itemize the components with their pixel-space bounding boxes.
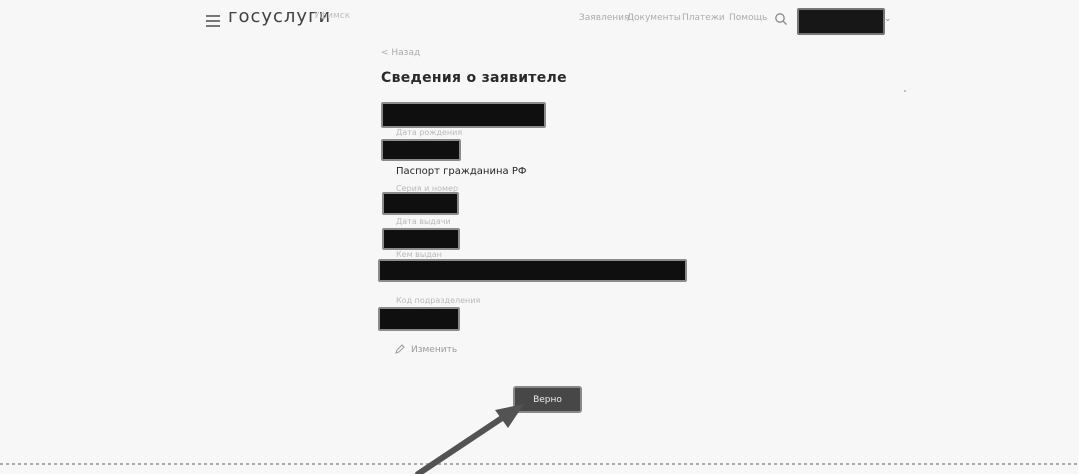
- search-icon[interactable]: [774, 12, 788, 26]
- confirm-button[interactable]: Верно: [513, 386, 582, 413]
- issue-date-redacted: [382, 228, 460, 250]
- chevron-down-icon[interactable]: ⌄: [884, 14, 892, 24]
- hamburger-menu-icon[interactable]: [206, 15, 220, 30]
- birth-date-redacted: [381, 139, 461, 161]
- edit-label: Изменить: [411, 345, 458, 355]
- page-bottom-edge: [0, 463, 1079, 465]
- issued-by-label: Кем выдан: [396, 250, 442, 259]
- birth-date-label: Дата рождения: [396, 128, 463, 137]
- edit-link[interactable]: Изменить: [395, 344, 457, 355]
- pencil-icon: [395, 344, 405, 354]
- stray-dot: [904, 90, 906, 92]
- series-number-redacted: [382, 192, 459, 215]
- division-code-label: Код подразделения: [396, 296, 481, 305]
- nav-applications[interactable]: Заявления: [579, 13, 629, 23]
- region-selector[interactable]: Уфимск: [314, 11, 350, 21]
- issued-by-redacted: [378, 259, 687, 282]
- user-profile-redacted[interactable]: [797, 8, 885, 35]
- applicant-name-redacted: [381, 102, 546, 128]
- issue-date-label: Дата выдачи: [396, 217, 451, 226]
- passport-title: Паспорт гражданина РФ: [396, 166, 527, 177]
- nav-payments[interactable]: Платежи: [682, 13, 725, 23]
- back-link[interactable]: < Назад: [381, 48, 420, 58]
- division-code-redacted: [378, 307, 460, 331]
- nav-documents[interactable]: Документы: [627, 13, 681, 23]
- nav-help[interactable]: Помощь: [729, 13, 767, 23]
- page-title: Сведения о заявителе: [381, 70, 567, 86]
